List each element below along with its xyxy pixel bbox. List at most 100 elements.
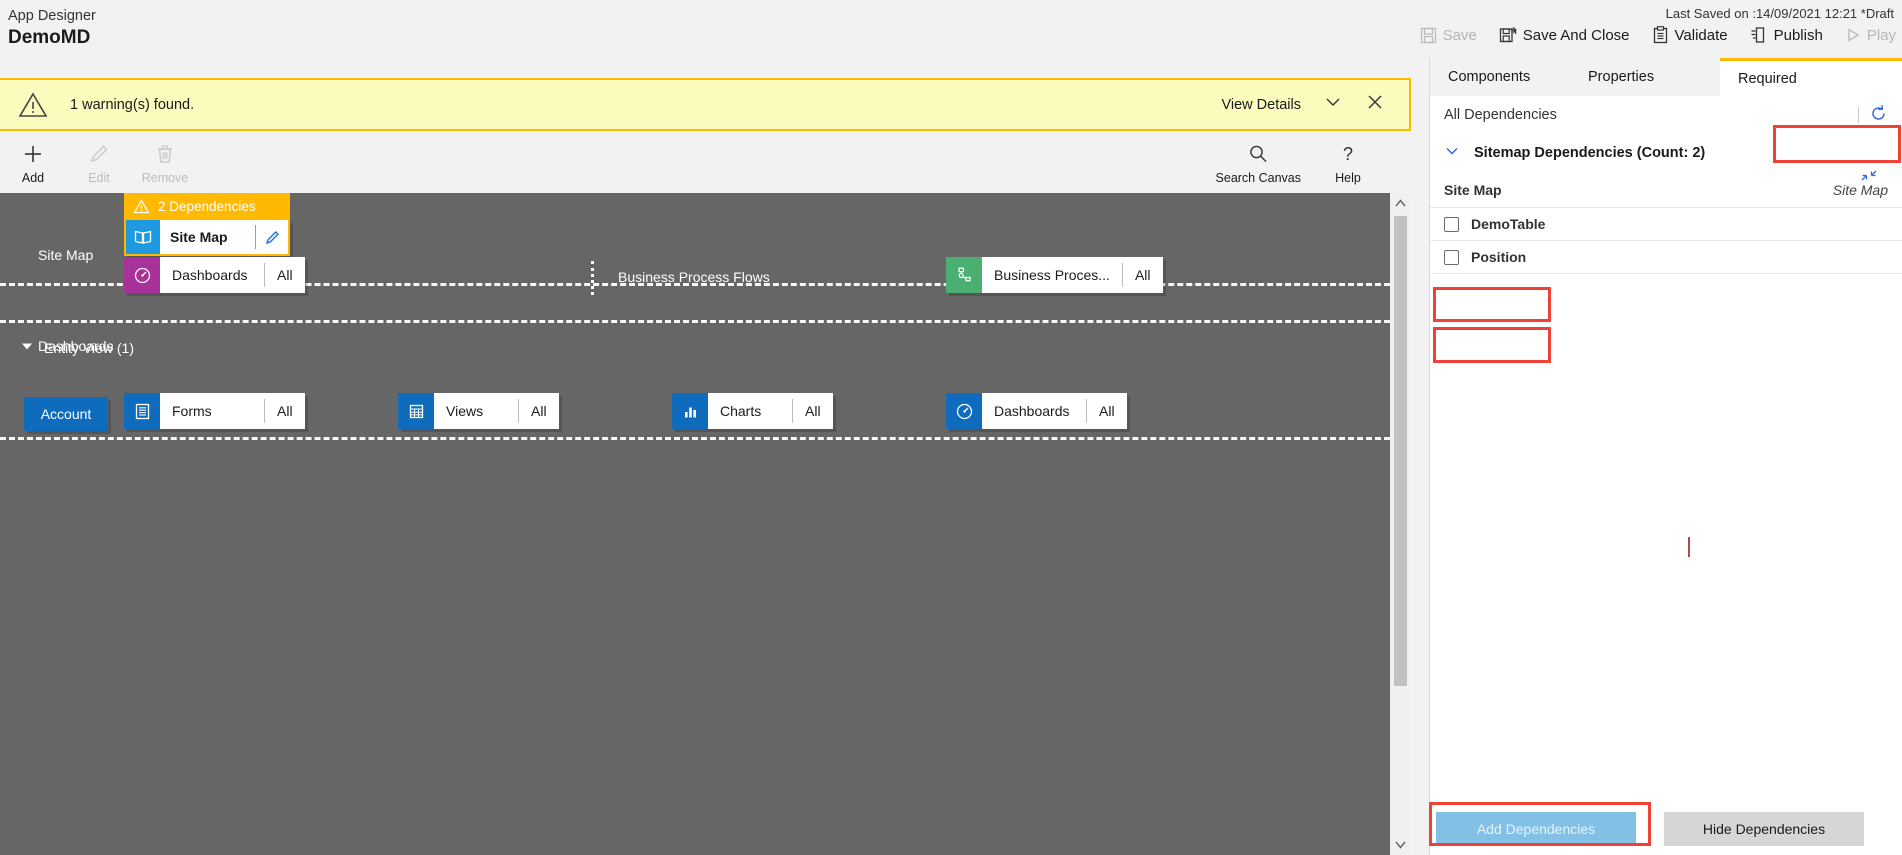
search-canvas-label: Search Canvas (1215, 171, 1301, 185)
tab-properties[interactable]: Properties (1570, 58, 1720, 96)
publish-label: Publish (1773, 26, 1823, 44)
charts-tile-label: Charts (720, 403, 762, 419)
chevron-down-icon[interactable] (1323, 92, 1343, 117)
checkbox-position[interactable] (1444, 249, 1459, 265)
entity-view-header[interactable]: Entity View (1) (20, 339, 134, 356)
sitemap-dependencies-label: Sitemap Dependencies (Count: 2) (1474, 145, 1706, 161)
business-process-flows-tile[interactable]: Business Proces... All (946, 257, 1163, 293)
entity-dashboards-tile[interactable]: Dashboards All (946, 393, 1127, 429)
close-icon[interactable] (1365, 92, 1385, 117)
save-button[interactable]: Save (1420, 27, 1477, 44)
app-designer-label: App Designer (8, 8, 96, 24)
bpf-tile-value: All (1134, 267, 1151, 283)
plus-icon (22, 143, 44, 168)
forms-icon (124, 393, 160, 429)
checkbox-demotable[interactable] (1444, 216, 1459, 232)
dashboards-tile-label: Dashboards (172, 267, 248, 283)
remove-button[interactable]: Remove (132, 139, 198, 185)
forms-tile-value: All (277, 403, 293, 419)
tab-required[interactable]: Required (1720, 58, 1902, 96)
divider (1858, 107, 1859, 123)
app-name-title: DemoMD (8, 27, 91, 48)
edit-button[interactable]: Edit (66, 139, 132, 185)
dashboards-tile[interactable]: Dashboards All (124, 257, 305, 293)
tab-components[interactable]: Components (1430, 58, 1570, 96)
save-and-close-button[interactable]: Save And Close (1499, 26, 1630, 44)
dashboards-tile-value: All (277, 267, 293, 283)
pencil-icon[interactable] (256, 220, 288, 254)
refresh-icon[interactable] (1869, 104, 1888, 127)
dependency-label-demotable: DemoTable (1471, 216, 1546, 232)
canvas-scrollbar[interactable] (1390, 193, 1411, 855)
process-flow-icon (946, 257, 982, 293)
save-and-close-icon (1499, 26, 1517, 44)
sitemap-tile[interactable]: Site Map (124, 220, 290, 256)
search-icon (1247, 143, 1269, 168)
sitemap-book-icon (126, 220, 160, 254)
dependency-banner[interactable]: 2 Dependencies (124, 193, 290, 220)
dependency-banner-label: 2 Dependencies (158, 199, 256, 214)
help-button[interactable]: ? Help (1309, 139, 1387, 185)
svg-text:?: ? (1343, 144, 1353, 164)
gauge-icon (946, 393, 982, 429)
app-canvas: Site Map 2 Dependencies Site Map Dashboa… (0, 193, 1390, 855)
row-separator (0, 320, 1390, 323)
play-label: Play (1866, 26, 1896, 44)
validate-button[interactable]: Validate (1652, 26, 1728, 44)
question-mark-icon: ? (1337, 143, 1359, 168)
add-dependencies-button[interactable]: Add Dependencies (1436, 812, 1636, 846)
bpf-tile-label: Business Proces... (994, 267, 1110, 283)
bpf-drag-handle[interactable] (591, 261, 594, 295)
bpf-row-label: Business Process Flows (618, 269, 770, 285)
save-label: Save (1442, 26, 1477, 44)
publish-button[interactable]: Publish (1750, 26, 1823, 44)
sitemap-dependencies-group[interactable]: Sitemap Dependencies (Count: 2) (1430, 134, 1902, 172)
canvas-toolbar: Add Edit Remove Search Canvas ? Help (0, 131, 1411, 193)
scrollbar-track[interactable] (1390, 214, 1411, 834)
search-canvas-button[interactable]: Search Canvas (1216, 139, 1301, 185)
right-panel-tabs: Components Properties Required (1430, 58, 1902, 96)
hide-dependencies-button[interactable]: Hide Dependencies (1664, 812, 1864, 846)
expand-arrows-icon[interactable] (1860, 168, 1878, 189)
chevron-down-icon (1444, 143, 1460, 163)
dependency-subheader-left: Site Map (1444, 181, 1502, 198)
views-tile-value: All (531, 403, 547, 419)
remove-label: Remove (141, 171, 189, 185)
trash-icon (154, 143, 176, 168)
scrollbar-thumb[interactable] (1394, 216, 1407, 686)
warning-triangle-icon (18, 90, 48, 120)
warning-message: 1 warning(s) found. (70, 96, 195, 113)
all-dependencies-header: All Dependencies (1430, 96, 1902, 134)
play-button[interactable]: Play (1845, 27, 1896, 44)
dependency-subheader: Site Map Site Map (1430, 172, 1902, 208)
entity-forms-tile[interactable]: Forms All (124, 393, 305, 429)
views-tile-label: Views (446, 403, 484, 419)
entity-dashboards-tile-label: Dashboards (994, 403, 1070, 419)
validate-clipboard-icon (1652, 26, 1669, 44)
triangle-down-icon (20, 339, 34, 356)
entity-views-tile[interactable]: Views All (398, 393, 559, 429)
app-designer-window: App Designer DemoMD Last Saved on :14/09… (0, 0, 1902, 855)
entity-charts-tile[interactable]: Charts All (672, 393, 833, 429)
publish-icon (1750, 26, 1768, 44)
dependency-label-position: Position (1471, 249, 1527, 265)
entity-view-label: Entity View (1) (44, 339, 134, 356)
save-icon (1420, 27, 1437, 44)
dependency-row-position[interactable]: Position (1430, 241, 1902, 274)
all-dependencies-label: All Dependencies (1444, 107, 1557, 123)
dependency-row-demotable[interactable]: DemoTable (1430, 208, 1902, 241)
text-cursor-mark (1688, 537, 1690, 557)
gauge-icon (124, 257, 160, 293)
right-panel: Components Properties Required All Depen… (1429, 58, 1902, 855)
pencil-icon (88, 143, 110, 168)
forms-tile-label: Forms (172, 403, 212, 419)
sitemap-tile-label: Site Map (170, 229, 228, 245)
scroll-down-arrow-icon[interactable] (1390, 834, 1411, 855)
views-grid-icon (398, 393, 434, 429)
sitemap-card[interactable]: 2 Dependencies Site Map (124, 193, 290, 256)
entity-account-button[interactable]: Account (24, 397, 108, 431)
help-label: Help (1335, 171, 1361, 185)
view-details-link[interactable]: View Details (1221, 97, 1301, 113)
scroll-up-arrow-icon[interactable] (1390, 193, 1411, 214)
add-button[interactable]: Add (0, 139, 66, 185)
